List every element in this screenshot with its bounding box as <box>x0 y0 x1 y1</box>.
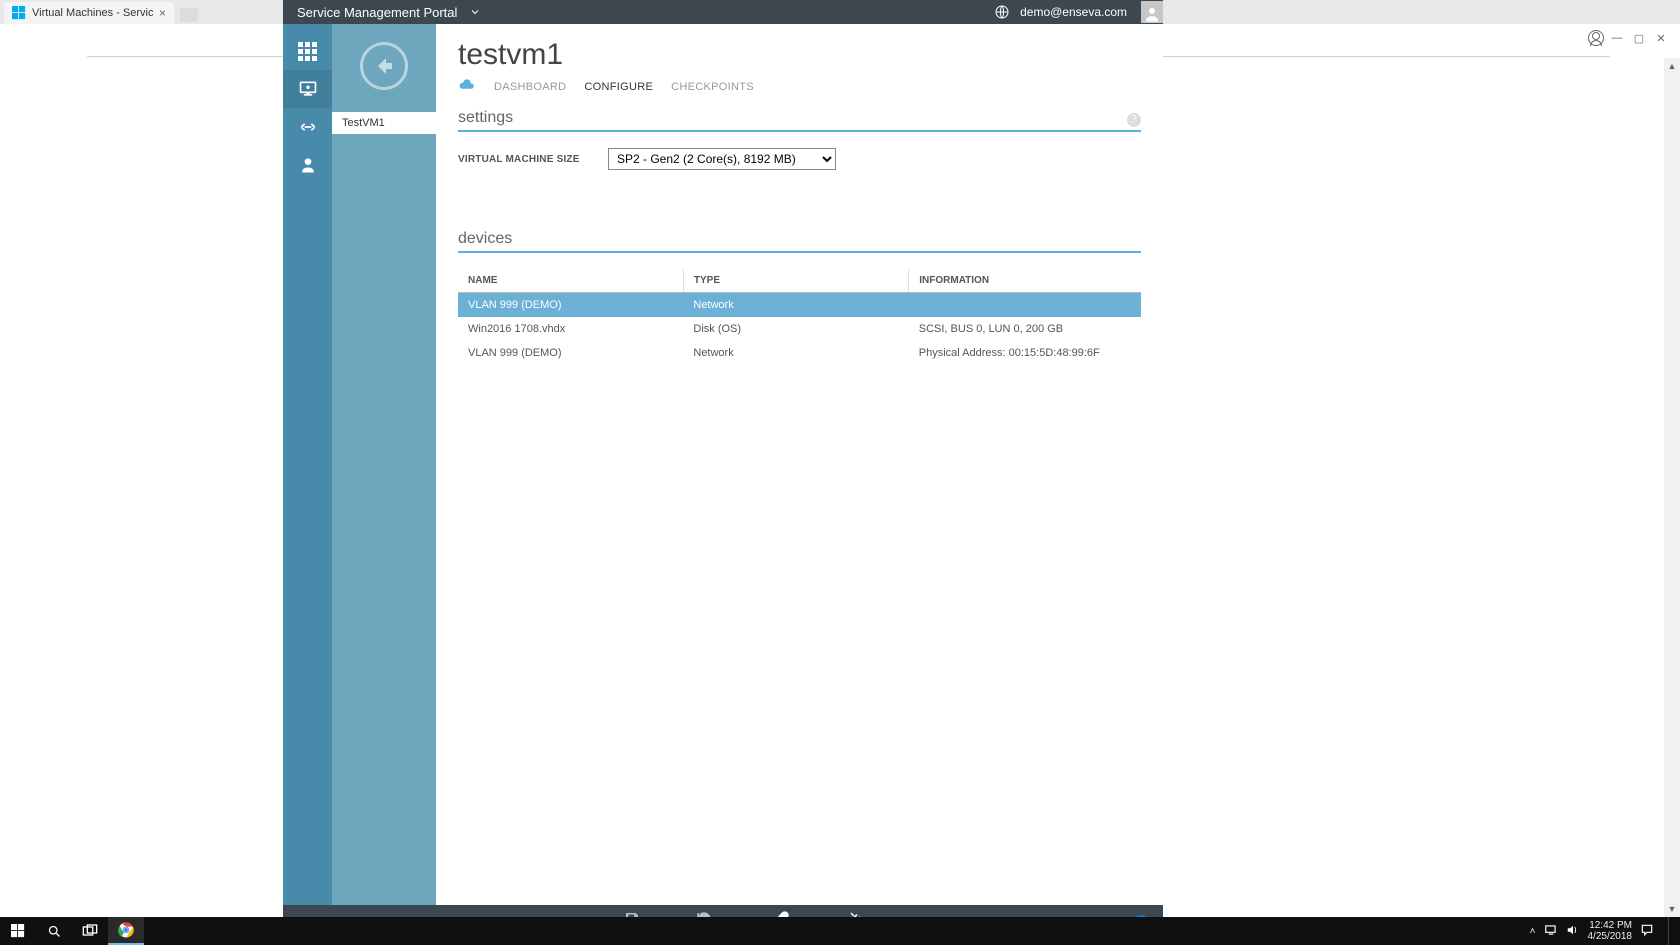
browser-tab-title: Virtual Machines - Servic <box>32 7 153 19</box>
vm-size-label: VIRTUAL MACHINE SIZE <box>458 154 608 165</box>
new-tab-button[interactable] <box>180 8 198 22</box>
globe-icon[interactable] <box>994 4 1010 20</box>
tray-volume-icon[interactable] <box>1566 924 1580 939</box>
tab-configure[interactable]: CONFIGURE <box>584 81 653 93</box>
vm-size-row: VIRTUAL MACHINE SIZE SP2 - Gen2 (2 Core(… <box>458 148 1141 170</box>
subnav-vm-item[interactable]: TestVM1 <box>332 112 437 134</box>
devices-heading: devices <box>458 230 1141 253</box>
action-center-icon[interactable] <box>1640 923 1654 940</box>
nav-rail <box>283 24 332 905</box>
window-maximize-icon[interactable]: ▢ <box>1630 32 1648 45</box>
tab-close-icon[interactable]: × <box>159 6 166 20</box>
chrome-profile-icon[interactable] <box>1588 30 1604 46</box>
windows-taskbar: ˄ 12:42 PM 4/25/2018 <box>0 917 1680 945</box>
table-row[interactable]: VLAN 999 (DEMO) Network <box>458 293 1141 318</box>
rail-networks[interactable] <box>283 108 332 146</box>
task-view-icon[interactable] <box>72 917 108 945</box>
col-type[interactable]: TYPE <box>683 269 908 293</box>
tab-checkpoints[interactable]: CHECKPOINTS <box>671 81 754 93</box>
avatar[interactable] <box>1141 1 1163 23</box>
window-close-icon[interactable]: ✕ <box>1652 32 1670 45</box>
cloud-icon <box>458 78 476 95</box>
table-row[interactable]: VLAN 999 (DEMO) Network Physical Address… <box>458 341 1141 365</box>
taskbar-chrome[interactable] <box>108 917 144 945</box>
tray-network-icon[interactable] <box>1544 924 1558 939</box>
settings-heading: settings ? <box>458 109 1141 132</box>
browser-tab[interactable]: Virtual Machines - Servic × <box>4 2 174 24</box>
main-content: testvm1 DASHBOARD CONFIGURE CHECKPOINTS … <box>436 24 1163 905</box>
portal-title: Service Management Portal <box>297 5 457 20</box>
table-row[interactable]: Win2016 1708.vhdx Disk (OS) SCSI, BUS 0,… <box>458 317 1141 341</box>
page-title: testvm1 <box>458 38 1141 72</box>
app-shell: Service Management Portal demo@enseva.co… <box>283 0 1163 945</box>
system-tray: ˄ 12:42 PM 4/25/2018 <box>1530 917 1680 945</box>
help-icon[interactable]: ? <box>1127 113 1141 127</box>
windows-favicon <box>12 6 26 20</box>
user-email[interactable]: demo@enseva.com <box>1020 5 1127 19</box>
portal-dropdown-icon[interactable] <box>469 6 481 18</box>
rail-all-items[interactable] <box>283 32 332 70</box>
tray-clock[interactable]: 12:42 PM 4/25/2018 <box>1588 920 1633 942</box>
sub-nav: TestVM1 <box>332 24 436 905</box>
rail-vm[interactable] <box>283 70 332 108</box>
col-name[interactable]: NAME <box>458 269 683 293</box>
show-desktop-button[interactable] <box>1668 917 1674 945</box>
col-info[interactable]: INFORMATION <box>909 269 1141 293</box>
window-minimize-icon[interactable]: — <box>1608 32 1626 44</box>
taskbar-search-icon[interactable] <box>36 917 72 945</box>
app-header: Service Management Portal demo@enseva.co… <box>283 0 1163 24</box>
page-tabs: DASHBOARD CONFIGURE CHECKPOINTS <box>458 78 1141 95</box>
rail-account[interactable] <box>283 146 332 184</box>
start-button[interactable] <box>0 917 36 945</box>
page-scrollbar[interactable]: ▲▼ <box>1664 58 1680 917</box>
tab-dashboard[interactable]: DASHBOARD <box>494 81 566 93</box>
devices-table: NAME TYPE INFORMATION VLAN 999 (DEMO) Ne… <box>458 269 1141 365</box>
tray-chevron-icon[interactable]: ˄ <box>1530 926 1536 937</box>
grid-icon <box>298 42 317 61</box>
vm-size-select[interactable]: SP2 - Gen2 (2 Core(s), 8192 MB) <box>608 148 836 170</box>
back-button[interactable] <box>360 42 408 90</box>
